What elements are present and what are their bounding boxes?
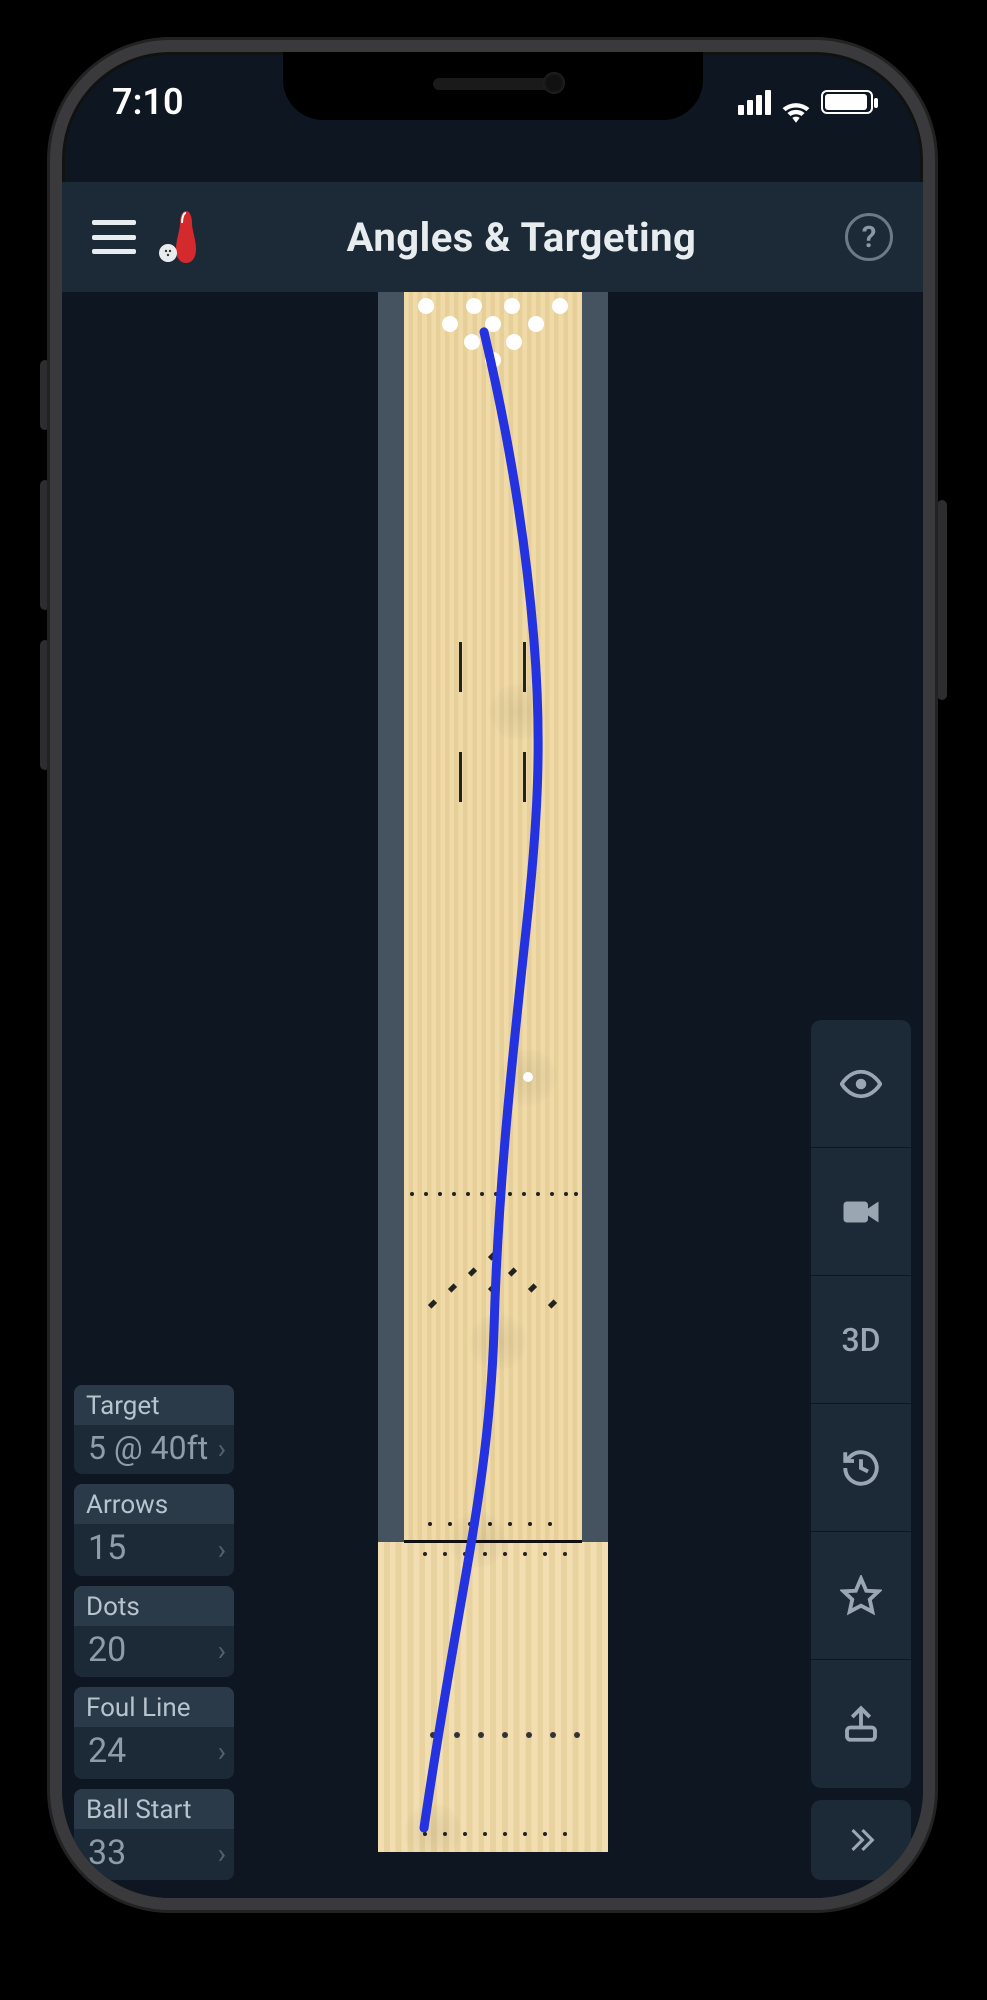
phone-silence-switch	[40, 360, 50, 430]
phone-power-button	[937, 500, 947, 700]
share-button[interactable]	[811, 1660, 911, 1788]
approach-stance-dots	[378, 1732, 608, 1742]
battery-icon	[821, 90, 873, 114]
status-time: 7:10	[112, 81, 184, 123]
target-label: Target	[74, 1385, 234, 1425]
chevron-double-right-icon	[844, 1823, 878, 1857]
arrows-handle[interactable]	[468, 1312, 528, 1372]
visibility-button[interactable]	[811, 1020, 911, 1148]
ball-start-value: 33	[88, 1835, 126, 1872]
chevron-right-icon: ›	[218, 1432, 226, 1465]
content-area: Target 5 @ 40ft › Arrows 15 › Dots 20 ›	[62, 292, 923, 1898]
chevron-right-icon: ›	[218, 1634, 226, 1667]
foul-line-stat[interactable]: Foul Line 24 ›	[74, 1687, 234, 1778]
share-icon	[840, 1703, 882, 1745]
eye-icon	[840, 1063, 882, 1105]
targeting-stats-panel: Target 5 @ 40ft › Arrows 15 › Dots 20 ›	[74, 1385, 234, 1880]
target-stat[interactable]: Target 5 @ 40ft ›	[74, 1385, 234, 1474]
app-logo-icon	[158, 209, 198, 265]
arrows-value: 15	[88, 1530, 126, 1567]
arrows-stat[interactable]: Arrows 15 ›	[74, 1484, 234, 1575]
history-button[interactable]	[811, 1404, 911, 1532]
arrows-label: Arrows	[74, 1484, 234, 1524]
foul-line-label: Foul Line	[74, 1687, 234, 1727]
ball-start-handle[interactable]	[403, 1802, 463, 1862]
wifi-icon	[781, 91, 811, 113]
dots-value: 20	[88, 1632, 126, 1669]
phone-volume-up	[40, 480, 50, 610]
history-icon	[840, 1447, 882, 1489]
chevron-right-icon: ›	[218, 1837, 226, 1870]
menu-button[interactable]	[92, 220, 136, 254]
video-camera-icon	[840, 1191, 882, 1233]
pin-deck	[404, 298, 582, 370]
target-handle[interactable]	[488, 682, 548, 742]
foul-line-value: 24	[88, 1733, 126, 1770]
cellular-signal-icon	[738, 90, 771, 115]
dots-label: Dots	[74, 1586, 234, 1626]
more-button[interactable]	[811, 1800, 911, 1880]
ball-start-label: Ball Start	[74, 1789, 234, 1829]
foul-line-handle[interactable]	[448, 1510, 508, 1570]
range-dots-40ft	[404, 1192, 582, 1198]
dots-stat[interactable]: Dots 20 ›	[74, 1586, 234, 1677]
chevron-right-icon: ›	[218, 1533, 226, 1566]
app-header: Angles & Targeting ?	[62, 182, 923, 292]
ball-start-stat[interactable]: Ball Start 33 ›	[74, 1789, 234, 1880]
chevron-right-icon: ›	[218, 1735, 226, 1768]
camera-button[interactable]	[811, 1148, 911, 1276]
phone-volume-down	[40, 640, 50, 770]
phone-frame: 7:10 Angles & Tar	[50, 40, 935, 1910]
bowling-lane[interactable]	[378, 292, 608, 1852]
view-tools-panel: 3D	[811, 1020, 911, 1880]
view-3d-label: 3D	[841, 1321, 880, 1359]
phone-notch	[283, 52, 703, 120]
view-3d-button[interactable]: 3D	[811, 1276, 911, 1404]
help-button[interactable]: ?	[845, 213, 893, 261]
breakpoint-indicator	[523, 1072, 533, 1082]
page-title: Angles & Targeting	[347, 214, 697, 261]
star-icon	[840, 1575, 882, 1617]
favorite-button[interactable]	[811, 1532, 911, 1660]
target-value: 5 @ 40ft	[88, 1431, 208, 1466]
